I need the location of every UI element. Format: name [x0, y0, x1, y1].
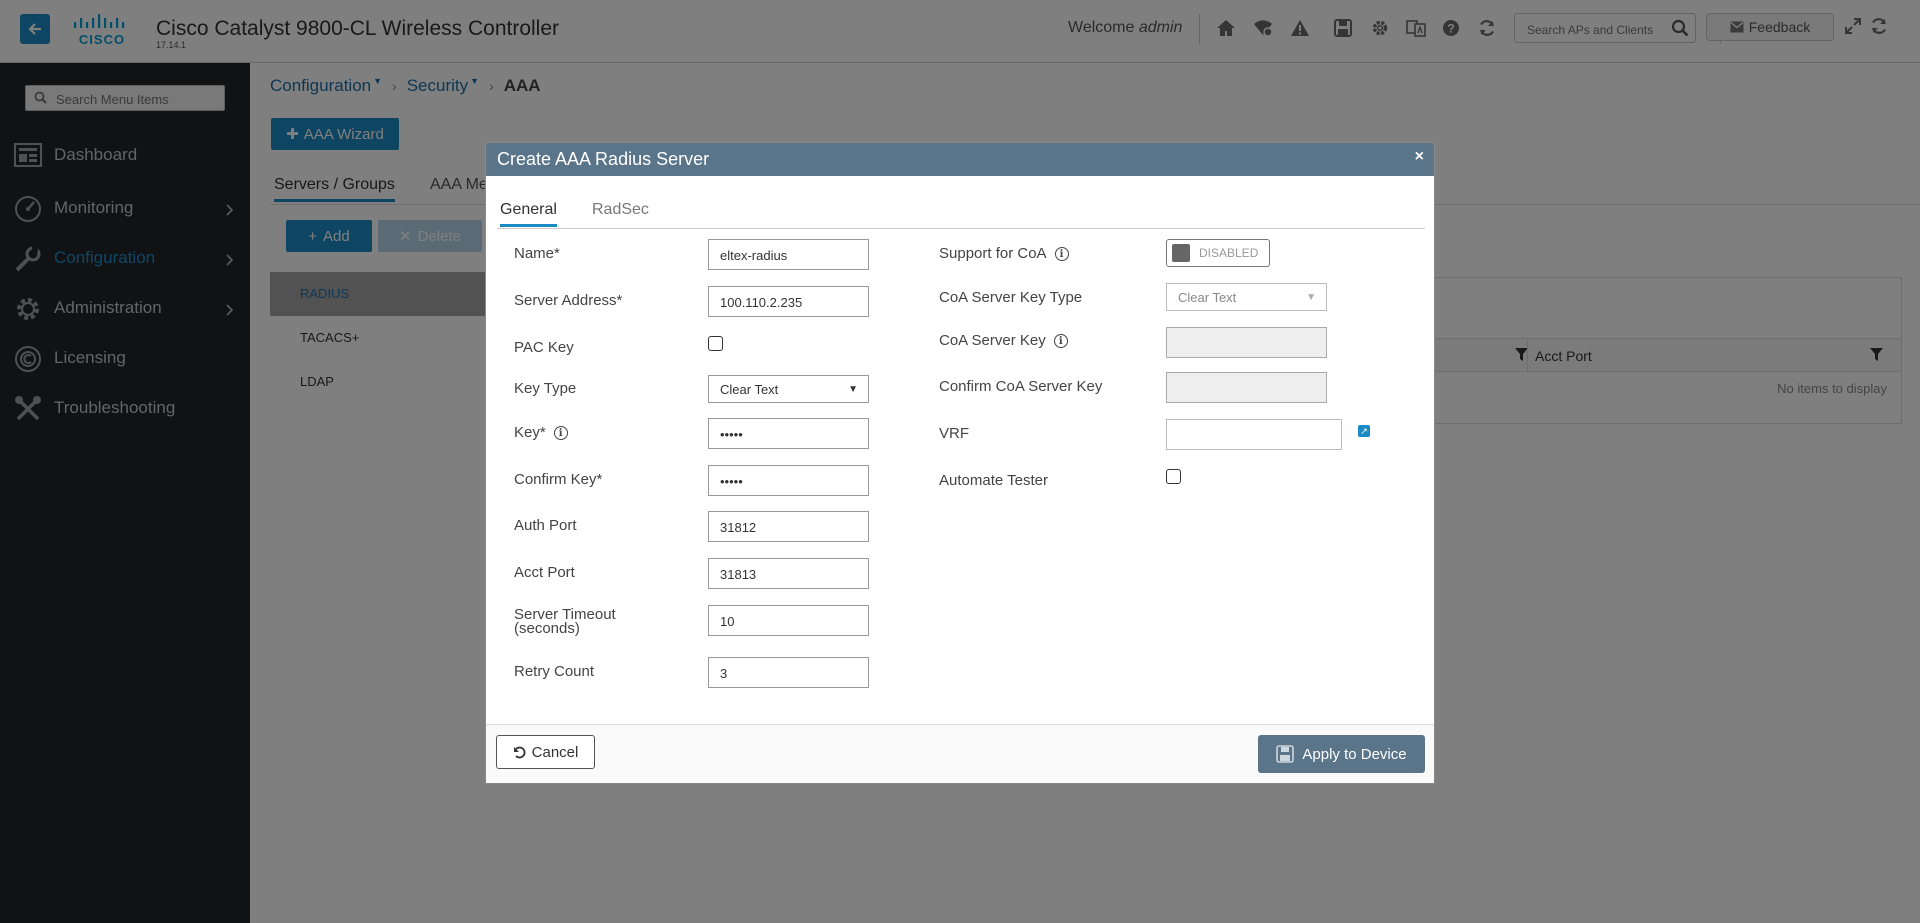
toggle-label: DISABLED: [1199, 246, 1259, 260]
coa-key-type-value: Clear Text: [1178, 290, 1237, 305]
save-icon: [1276, 745, 1295, 763]
coa-server-key-label: CoA Server Key i: [939, 332, 1068, 349]
apply-to-device-button[interactable]: Apply to Device: [1258, 735, 1425, 773]
server-timeout-field[interactable]: 10: [708, 605, 869, 636]
caret-down-icon: ▼: [1306, 292, 1316, 303]
tab-radsec[interactable]: RadSec: [592, 201, 649, 219]
key-type-value: Clear Text: [720, 382, 779, 397]
automate-tester-checkbox[interactable]: [1166, 469, 1181, 484]
toggle-knob: [1172, 244, 1190, 262]
acct-port-field[interactable]: 31813: [708, 558, 869, 589]
acct-port-label: Acct Port: [514, 564, 575, 581]
dialog-header: Create AAA Radius Server ×: [486, 143, 1434, 176]
auth-port-field[interactable]: 31812: [708, 511, 869, 542]
cancel-button[interactable]: Cancel: [496, 735, 595, 769]
info-icon[interactable]: i: [1054, 247, 1069, 262]
key-field[interactable]: •••••: [708, 418, 869, 449]
dialog-footer: Cancel Apply to Device: [486, 724, 1434, 783]
automate-tester-label: Automate Tester: [939, 472, 1048, 489]
external-link-icon[interactable]: ↗: [1358, 425, 1370, 437]
retry-count-field[interactable]: 3: [708, 657, 869, 688]
auth-port-label: Auth Port: [514, 517, 577, 534]
undo-icon: [513, 746, 526, 758]
key-type-select[interactable]: Clear Text ▼: [708, 375, 869, 403]
confirm-coa-key-label: Confirm CoA Server Key: [939, 378, 1103, 395]
support-for-coa-label: Support for CoA i: [939, 245, 1069, 262]
server-address-field[interactable]: 100.110.2.235: [708, 286, 869, 317]
retry-count-label: Retry Count: [514, 663, 595, 680]
tab-divider: [497, 228, 1425, 229]
coa-key-type-select[interactable]: Clear Text ▼: [1166, 283, 1327, 311]
info-icon[interactable]: i: [553, 426, 568, 441]
tab-general[interactable]: General: [500, 201, 557, 227]
key-type-label: Key Type: [514, 380, 577, 397]
vrf-field[interactable]: [1166, 419, 1342, 450]
close-icon[interactable]: ×: [1415, 148, 1424, 166]
pac-key-checkbox[interactable]: [708, 336, 723, 351]
server-timeout-label: Server Timeout (seconds): [514, 606, 616, 637]
name-label: Name*: [514, 245, 560, 262]
server-address-label: Server Address*: [514, 292, 623, 309]
dialog-title: Create AAA Radius Server: [497, 149, 710, 169]
name-field[interactable]: eltex-radius: [708, 239, 869, 270]
confirm-key-field[interactable]: •••••: [708, 465, 869, 496]
vrf-label: VRF: [939, 425, 969, 442]
pac-key-label: PAC Key: [514, 339, 574, 356]
coa-server-key-field: [1166, 327, 1327, 358]
coa-key-type-label: CoA Server Key Type: [939, 289, 1083, 306]
info-icon[interactable]: i: [1053, 334, 1068, 349]
create-aaa-radius-server-dialog: Create AAA Radius Server × General RadSe…: [485, 142, 1435, 784]
confirm-key-label: Confirm Key*: [514, 471, 603, 488]
key-label: Key* i: [514, 424, 568, 441]
caret-down-icon: ▼: [848, 384, 858, 395]
coa-toggle[interactable]: DISABLED: [1166, 239, 1270, 267]
confirm-coa-key-field: [1166, 372, 1327, 403]
